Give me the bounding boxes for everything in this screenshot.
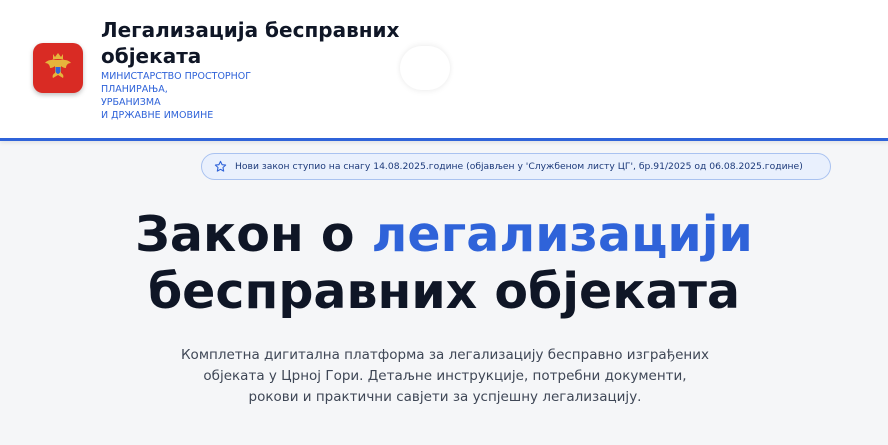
ministry-name-line: МИНИСТАРСТВО ПРОСТОРНОГ bbox=[101, 71, 252, 82]
site-header: Легализација бесправних објеката МИНИСТА… bbox=[0, 0, 888, 141]
star-icon bbox=[214, 160, 227, 172]
page-title-part: бесправних објеката bbox=[147, 263, 741, 320]
site-title[interactable]: Легализација бесправних објеката bbox=[101, 17, 421, 69]
law-notice-badge: Нови закон ступио на снагу 14.08.2025.го… bbox=[201, 153, 831, 180]
law-notice-text: Нови закон ступио на снагу 14.08.2025.го… bbox=[235, 161, 803, 172]
ministry-name-line: ПЛАНИРАЊА, bbox=[101, 84, 168, 95]
header-menu-placeholder bbox=[400, 46, 450, 90]
ministry-name-line: И ДРЖАВНЕ ИМОВИНЕ bbox=[101, 110, 214, 121]
page-title-part: Закон о bbox=[135, 206, 372, 263]
page-title-accent: легализацији bbox=[371, 206, 753, 263]
logo[interactable] bbox=[33, 43, 83, 93]
page-title: Закон о легализацији бесправних објеката bbox=[0, 206, 888, 320]
ministry-name-line: УРБАНИЗМА bbox=[101, 97, 161, 108]
page-description: Комплетна дигитална платформа за легализ… bbox=[180, 347, 710, 405]
ministry-name: МИНИСТАРСТВО ПРОСТОРНОГ ПЛАНИРАЊА, УРБАН… bbox=[101, 70, 271, 122]
montenegro-coat-of-arms-icon bbox=[45, 53, 71, 78]
